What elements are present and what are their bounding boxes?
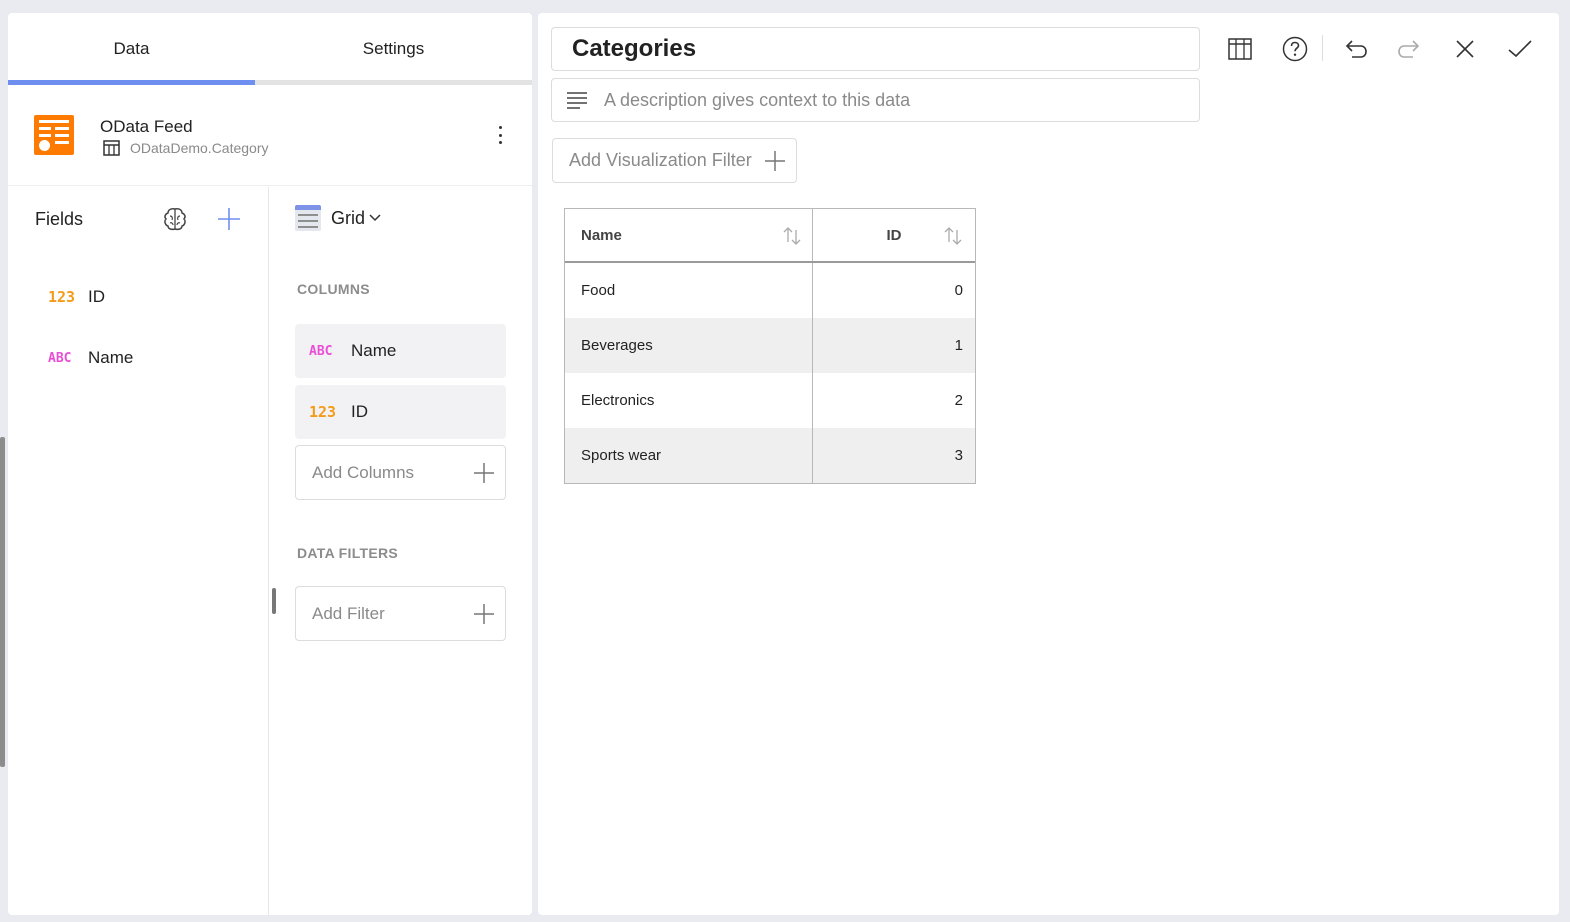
table-row[interactable]: Beverages 1 [565, 318, 975, 373]
tab-bar: Data Settings [8, 13, 532, 85]
column-label: ID [351, 402, 368, 421]
plus-icon [474, 462, 494, 483]
cell-name: Electronics [565, 373, 813, 428]
column-header-label: ID [886, 226, 902, 244]
cell-name: Beverages [565, 318, 813, 373]
add-visualization-filter-label: Add Visualization Filter [569, 150, 752, 170]
data-source-header: OData Feed ODataDemo.Category [8, 85, 532, 186]
help-icon[interactable] [1281, 35, 1309, 63]
visualization-title-input[interactable]: Categories [551, 27, 1200, 71]
column-header-id[interactable]: ID [813, 209, 975, 261]
plus-icon [474, 603, 494, 624]
cell-id: 0 [954, 282, 963, 299]
description-placeholder: A description gives context to this data [604, 89, 911, 110]
odata-feed-icon [34, 115, 74, 155]
add-filter-button[interactable]: Add Filter [295, 586, 506, 641]
data-editor-panel: Data Settings OData Feed ODataDemo.Categ… [8, 13, 532, 915]
table-row[interactable]: Sports wear 3 [565, 428, 975, 483]
number-type-icon: 123 [48, 288, 76, 306]
data-source-title: OData Feed [100, 117, 193, 136]
scrollbar[interactable] [0, 437, 5, 767]
number-type-icon: 123 [309, 403, 337, 421]
text-type-icon: ABC [48, 350, 72, 366]
field-item-name[interactable]: ABC Name [48, 343, 133, 373]
visualization-type-label: Grid [331, 207, 366, 228]
brain-icon[interactable] [161, 205, 189, 233]
data-grid: Name ID Food 0 Beverages 1 Electronics 2… [564, 208, 976, 484]
chevron-down-icon [369, 214, 381, 222]
column-label: Name [351, 341, 397, 360]
add-field-icon[interactable] [217, 207, 241, 231]
add-visualization-filter-button[interactable]: Add Visualization Filter [552, 138, 797, 183]
cell-name: Sports wear [565, 428, 813, 483]
table-row[interactable]: Food 0 [565, 263, 975, 318]
field-label: Name [88, 348, 134, 367]
column-pill-name[interactable]: ABC Name [295, 324, 506, 378]
plus-icon [765, 150, 785, 171]
toolbar-divider [1322, 35, 1323, 61]
add-filter-label: Add Filter [312, 603, 385, 623]
table-icon [103, 140, 120, 156]
column-pill-id[interactable]: 123 ID [295, 385, 506, 439]
column-header-name[interactable]: Name [565, 209, 813, 261]
data-source-entity: ODataDemo.Category [103, 140, 269, 156]
undo-icon[interactable] [1341, 35, 1369, 63]
text-type-icon: ABC [309, 343, 333, 359]
cell-id: 1 [954, 337, 963, 354]
tab-data[interactable]: Data [8, 13, 255, 85]
table-row[interactable]: Electronics 2 [565, 373, 975, 428]
cell-name: Food [565, 263, 813, 318]
fields-list-panel: Fields 123 ID ABC Name [8, 187, 269, 915]
confirm-check-icon[interactable] [1506, 35, 1534, 63]
grid-visualization-icon [295, 205, 321, 231]
table-view-icon[interactable] [1226, 35, 1254, 63]
fields-title: Fields [35, 209, 84, 229]
column-header-label: Name [581, 226, 622, 244]
add-columns-button[interactable]: Add Columns [295, 445, 506, 500]
data-source-entity-label: ODataDemo.Category [130, 140, 269, 156]
visualization-preview-panel: Categories A description gives context t… [538, 13, 1559, 915]
field-item-id[interactable]: 123 ID [48, 282, 105, 312]
grid-header-row: Name ID [565, 209, 975, 263]
description-input[interactable]: A description gives context to this data [551, 78, 1200, 122]
tab-settings[interactable]: Settings [270, 13, 517, 85]
cell-id: 2 [954, 392, 963, 409]
field-label: ID [88, 287, 105, 306]
visualization-config-panel: Grid COLUMNS ABC Name 123 ID Add Columns… [270, 187, 532, 915]
text-lines-icon [567, 92, 587, 109]
add-columns-label: Add Columns [312, 462, 415, 482]
columns-section-label: COLUMNS [297, 281, 370, 297]
more-options-icon[interactable] [492, 123, 508, 147]
sort-icon[interactable] [781, 225, 803, 247]
redo-icon[interactable] [1396, 35, 1424, 63]
cell-id: 3 [954, 447, 963, 464]
data-filters-section-label: DATA FILTERS [297, 545, 399, 561]
visualization-type-dropdown[interactable]: Grid [295, 205, 381, 231]
sort-icon[interactable] [942, 225, 964, 247]
close-icon[interactable] [1451, 35, 1479, 63]
